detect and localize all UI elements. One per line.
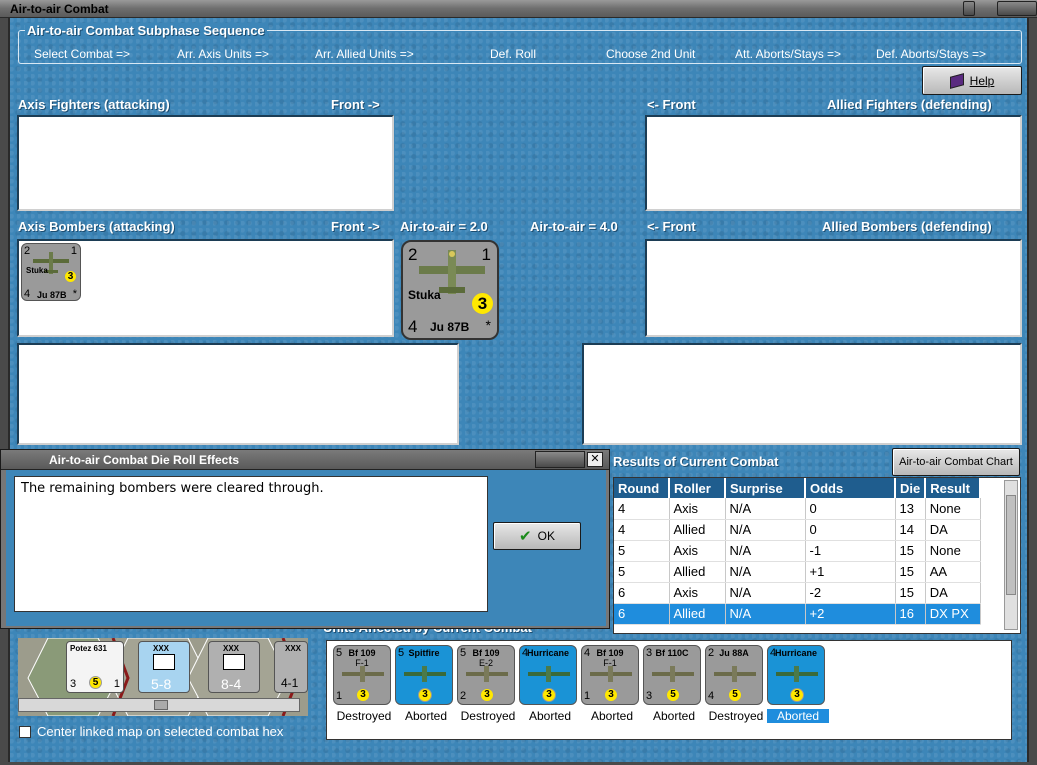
allied-bombers-box[interactable] [645,239,1022,337]
allied-fighters-label: Allied Fighters (defending) [827,97,992,112]
axis-fighters-box[interactable] [17,115,394,211]
ok-button[interactable]: ✔ OK [493,522,581,550]
unit-status: Aborted [590,709,634,723]
die-roll-effects-dialog: Air-to-air Combat Die Roll Effects ✕ The… [0,449,610,629]
plane-icon [404,666,446,682]
col-die[interactable]: Die [895,478,927,498]
plane-icon [466,666,508,682]
unit-status: Aborted [767,709,829,723]
window-title: Air-to-air Combat [10,2,109,16]
minimap-counter-corps-1[interactable]: XXX 5-8 [138,641,190,693]
scrollbar-thumb[interactable] [154,700,168,710]
step-arrange-allied: Arr. Allied Units => [315,47,414,61]
selected-unit-counter[interactable]: 2 1 Stuka 3 4 Ju 87B * [401,240,499,340]
unit-counter[interactable]: 4 Bf 109 F-1 1 3 [581,645,639,705]
plane-icon [590,666,632,682]
table-row[interactable]: 5 Allied N/A +1 15 AA [614,561,981,583]
axis-fighters-front-label: Front -> [331,97,380,112]
step-arrange-axis: Arr. Axis Units => [177,47,270,61]
dialog-titlebar: Air-to-air Combat Die Roll Effects ✕ [1,450,609,470]
unit-counter[interactable]: 3 Bf 110C 3 5 [643,645,701,705]
unit-counter[interactable]: 5 Bf 109 F-1 1 3 [333,645,391,705]
unit-status: Destroyed [336,709,392,723]
allied-reserve-box[interactable] [582,343,1022,445]
unit-counter[interactable]: 2 Ju 88A 4 5 [705,645,763,705]
unit-status: Destroyed [708,709,764,723]
stuka-counter-small[interactable]: 2 1 Stuka 3 4 Ju 87B * [21,243,81,301]
plane-icon [776,666,818,682]
results-scrollbar[interactable] [1004,480,1018,630]
step-select-combat: Select Combat => [34,47,131,61]
results-title: Results of Current Combat [613,454,779,469]
window-titlebar: Air-to-air Combat [0,0,1037,18]
center-map-checkbox[interactable] [19,725,31,738]
unit-counter[interactable]: 5 Bf 109 E-2 2 3 [457,645,515,705]
results-table: Round Roller Surprise Odds Die Result 4A… [614,478,982,625]
plane-icon [528,666,570,682]
table-row[interactable]: 5 Axis N/A -1 15 None [614,540,981,562]
window-control-button[interactable] [963,1,975,16]
dialog-message: The remaining bombers were cleared throu… [14,476,488,612]
dialog-body: The remaining bombers were cleared throu… [6,470,606,626]
axis-reserve-box[interactable] [17,343,459,445]
close-window-button[interactable] [997,1,1037,16]
help-label: Help [969,73,995,88]
minimap-counter-potez[interactable]: Potez 631 3 5 1 [66,641,124,693]
table-row-selected[interactable]: 6 Allied N/A +2 16 DX PX [614,603,981,625]
center-map-label: Center linked map on selected combat hex [37,724,284,739]
axis-air-to-air-value: Air-to-air = 2.0 [400,219,488,234]
axis-bombers-box[interactable]: 2 1 Stuka 3 4 Ju 87B * [17,239,394,337]
unit-status: Aborted [652,709,696,723]
subphase-sequence: Air-to-air Combat Subphase Sequence Sele… [18,23,1022,64]
air-to-air-combat-chart-button[interactable]: Air-to-air Combat Chart [892,448,1020,476]
results-table-container: Round Roller Surprise Odds Die Result 4A… [613,477,1021,634]
unit-counter[interactable]: 4 Hurricane 3 [519,645,577,705]
col-round[interactable]: Round [614,478,670,498]
plane-icon [342,666,384,682]
table-row[interactable]: 4 Allied N/A 0 14 DA [614,519,981,541]
close-icon[interactable]: ✕ [587,452,603,467]
help-book-icon [949,72,964,89]
checkmark-icon: ✔ [519,528,532,545]
step-choose-2nd-unit: Choose 2nd Unit [606,47,696,61]
axis-bombers-label: Axis Bombers (attacking) [18,219,175,234]
minimap-horizontal-scrollbar[interactable] [18,698,300,712]
selected-unit-name: Stuka [408,288,441,302]
step-def-aborts: Def. Aborts/Stays => [876,47,987,61]
help-button[interactable]: Help [922,66,1022,95]
infantry-symbol-icon [153,654,175,670]
allied-fighters-box[interactable] [645,115,1022,211]
plane-icon [652,666,694,682]
selected-unit-type: Ju 87B [430,320,470,334]
plane-icon [714,666,756,682]
unit-status: Aborted [404,709,448,723]
table-row[interactable]: 6 Axis N/A -2 15 DA [614,582,981,604]
unit-counter[interactable]: 4 Hurricane 3 [767,645,825,705]
minimap-counter-corps-2[interactable]: XXX 8-4 [208,641,260,693]
allied-air-to-air-value: Air-to-air = 4.0 [530,219,618,234]
center-map-option[interactable]: Center linked map on selected combat hex [19,724,283,739]
minimap-counter-corps-3[interactable]: XXX 4-1 [274,641,308,693]
col-roller[interactable]: Roller [669,478,726,498]
scrollbar-thumb[interactable] [1006,495,1016,595]
selected-unit-rating: 3 [471,292,494,315]
allied-fighters-front-label: <- Front [647,97,696,112]
step-att-aborts: Att. Aborts/Stays => [735,47,842,61]
infantry-symbol-icon [223,654,245,670]
step-def-roll: Def. Roll [490,47,537,61]
col-result[interactable]: Result [925,478,982,498]
dialog-title: Air-to-air Combat Die Roll Effects [49,453,240,467]
axis-fighters-label: Axis Fighters (attacking) [18,97,170,112]
allied-bombers-front-label: <- Front [647,219,696,234]
allied-bombers-label: Allied Bombers (defending) [822,219,992,234]
sequence-title: Air-to-air Combat Subphase Sequence [25,23,267,38]
col-odds[interactable]: Odds [805,478,896,498]
col-surprise[interactable]: Surprise [725,478,806,498]
unit-counter[interactable]: 5 Spitfire 3 [395,645,453,705]
axis-bombers-front-label: Front -> [331,219,380,234]
table-row[interactable]: 4 Axis N/A 0 13 None [614,498,981,520]
unit-status: Aborted [528,709,572,723]
unit-status: Destroyed [460,709,516,723]
